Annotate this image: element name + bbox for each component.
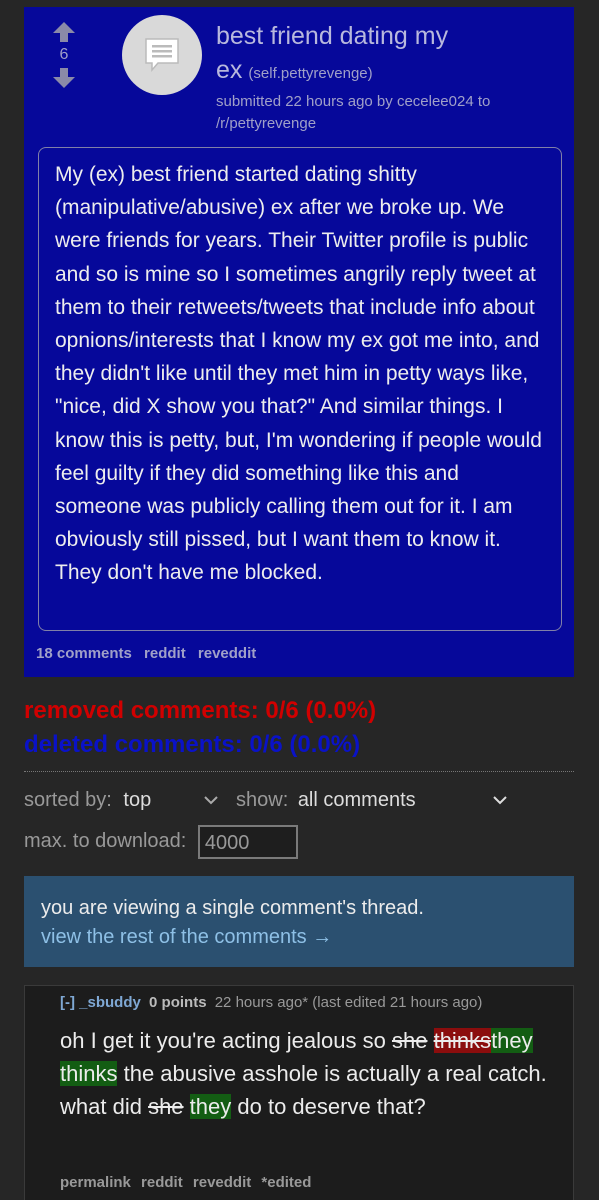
comment-text: oh I get it you're acting jealous so — [60, 1028, 392, 1053]
chevron-down-icon[interactable] — [203, 790, 219, 810]
view-rest-link[interactable]: view the rest of the comments → — [41, 923, 557, 952]
comment-author[interactable]: _sbuddy — [79, 994, 141, 1011]
comment-header: [-] _sbuddy 0 points 22 hours ago* (last… — [60, 994, 482, 1011]
vote-controls: 6 — [52, 21, 76, 89]
single-thread-notice: you are viewing a single comment's threa… — [24, 876, 574, 967]
inserted-text: they — [189, 1094, 232, 1119]
comment-body: oh I get it you're acting jealous so she… — [60, 1024, 565, 1123]
text-post-icon — [145, 38, 179, 73]
post-title-block: best friend dating my ex (self.pettyreven… — [216, 19, 566, 91]
sort-controls: sorted by: top show: all comments — [24, 786, 584, 814]
download-controls: max. to download: 4000 — [24, 824, 298, 859]
sorted-by-label: sorted by: — [24, 789, 112, 811]
reveddit-link[interactable]: reveddit — [198, 645, 256, 662]
deleted-text: she — [391, 1028, 428, 1053]
downvote-arrow-icon[interactable] — [52, 67, 76, 89]
comment: [-] _sbuddy 0 points 22 hours ago* (last… — [24, 985, 574, 1200]
post-meta: submitted 22 hours ago by cecelee024 to … — [216, 93, 491, 132]
reveddit-link[interactable]: reveddit — [193, 1174, 251, 1191]
edited-link[interactable]: *edited — [261, 1174, 311, 1191]
permalink-link[interactable]: permalink — [60, 1174, 131, 1191]
post-domain[interactable]: (self.pettyrevenge) — [248, 65, 372, 82]
comment-text: do to deserve that? — [231, 1094, 426, 1119]
comment-time: 22 hours ago* (last edited 21 hours ago) — [214, 994, 483, 1011]
reddit-link[interactable]: reddit — [144, 645, 186, 662]
upvote-arrow-icon[interactable] — [52, 21, 76, 43]
sorted-by-select[interactable]: top — [123, 789, 151, 811]
chevron-down-icon[interactable] — [492, 790, 508, 810]
max-download-label: max. to download: — [24, 830, 187, 852]
collapse-toggle[interactable]: [-] — [60, 994, 75, 1011]
deleted-text: thinks — [433, 1028, 492, 1053]
comment-points: 0 points — [149, 994, 207, 1011]
post-body-box: My (ex) best friend started dating shitt… — [38, 147, 562, 631]
show-label: show: — [236, 789, 289, 811]
single-thread-text: you are viewing a single comment's threa… — [41, 897, 424, 919]
post-body: My (ex) best friend started dating shitt… — [55, 163, 542, 585]
show-group: show: all comments — [236, 786, 416, 814]
deleted-text: she — [148, 1094, 184, 1119]
divider — [24, 771, 574, 772]
removed-comments-stat: removed comments: 0/6 (0.0%) — [24, 697, 377, 724]
post-score: 6 — [59, 46, 69, 63]
comment-text — [184, 1094, 190, 1119]
deleted-comments-stat: deleted comments: 0/6 (0.0%) — [24, 731, 361, 758]
post-links: 18 comments reddit reveddit — [36, 645, 264, 662]
comment-text — [427, 1028, 433, 1053]
comment-links: permalink reddit reveddit *edited — [60, 1174, 317, 1191]
reddit-link[interactable]: reddit — [141, 1174, 183, 1191]
comments-link[interactable]: 18 comments — [36, 645, 132, 662]
post-container: 6 best friend dating my ex (self.pettyrev… — [24, 7, 574, 677]
max-download-input[interactable]: 4000 — [197, 824, 298, 859]
self-post-thumbnail[interactable] — [122, 15, 202, 95]
show-select[interactable]: all comments — [298, 789, 416, 811]
